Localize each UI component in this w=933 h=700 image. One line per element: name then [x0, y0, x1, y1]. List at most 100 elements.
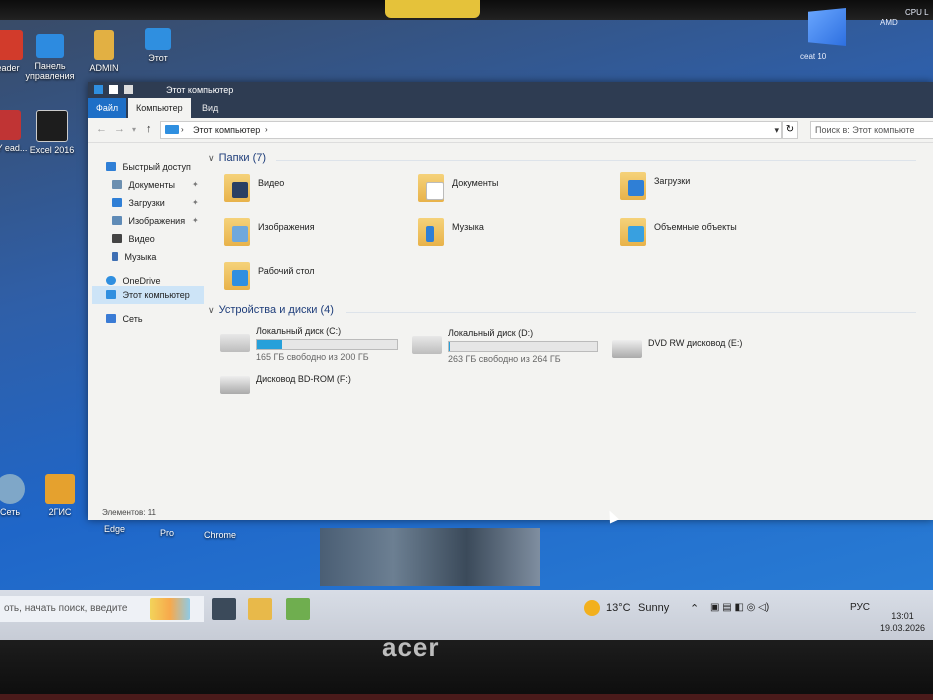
breadcrumb-chevron-icon: › — [265, 125, 268, 134]
up-arrow-icon[interactable]: ↑ — [146, 123, 152, 135]
clock[interactable]: 13:01 19.03.2026 — [880, 610, 925, 634]
app-taskbar-icon[interactable] — [286, 598, 310, 620]
tab-computer[interactable]: Компьютер — [128, 98, 191, 118]
desktop-icon-label: Excel 2016 — [29, 145, 75, 155]
clock-time: 13:01 — [891, 611, 914, 621]
status-bar: Элементов: 11 — [102, 508, 156, 517]
search-input[interactable]: Поиск в: Этот компьюте — [810, 121, 933, 139]
language-indicator[interactable]: РУС — [850, 602, 870, 613]
new-folder-icon[interactable] — [124, 85, 133, 94]
cube-icon — [628, 226, 644, 242]
pc-icon — [165, 125, 179, 134]
drive-usage-fill — [257, 340, 282, 349]
desktop-win-label: ceat 10 — [800, 52, 827, 61]
address-bar[interactable]: › Этот компьютер › ▾ — [160, 121, 782, 139]
windows-logo-icon — [808, 8, 846, 46]
folder-icon — [620, 172, 646, 200]
chevron-down-icon: ∨ — [208, 153, 215, 163]
computer-icon — [145, 28, 171, 50]
group-title: Папки (7) — [218, 152, 267, 164]
address-dropdown-icon[interactable]: ▾ — [774, 122, 779, 138]
navigation-pane: Быстрый доступ Документы ✦ Загрузки ✦ Из… — [88, 144, 206, 504]
desktop-icon-this-pc[interactable]: Этот — [128, 28, 188, 63]
document-icon — [426, 182, 444, 200]
folder-icon — [418, 218, 444, 246]
wallpaper-photo — [320, 528, 540, 586]
desktop-label-pro[interactable]: Pro — [160, 528, 174, 538]
properties-icon[interactable] — [109, 85, 118, 94]
weather-temp[interactable]: 13°C — [606, 602, 631, 614]
folder-icon — [224, 218, 250, 246]
desktop-label-edge[interactable]: Edge — [104, 524, 125, 534]
desktop-icon-label: 2ГИС — [48, 507, 72, 517]
sidebar-item-pictures[interactable]: Изображения ✦ — [112, 214, 199, 228]
folder-icon — [224, 174, 250, 202]
sidebar-item-network[interactable]: Сеть — [106, 312, 143, 326]
forward-arrow-icon[interactable]: → — [114, 123, 125, 135]
tape — [385, 0, 480, 18]
tab-view[interactable]: Вид — [194, 98, 226, 118]
tab-file[interactable]: Файл — [88, 98, 127, 118]
app-icon — [0, 110, 21, 140]
desktop-icon-excel[interactable]: Excel 2016 — [22, 110, 82, 155]
sidebar-item-documents[interactable]: Документы ✦ — [112, 178, 199, 192]
pin-icon[interactable]: ✦ — [192, 178, 199, 192]
network-icon — [106, 314, 116, 323]
refresh-button[interactable]: ↻ — [782, 121, 798, 139]
content-area: ∨ Папки (7) Видео Документы Загрузки Изоб… — [206, 144, 933, 504]
folder-label: Объемные объекты — [654, 222, 737, 232]
music-icon — [112, 252, 118, 261]
corner-cpu: CPU L — [905, 8, 929, 17]
drive-usage-fill — [449, 342, 450, 351]
corner-amd: AMD — [880, 18, 898, 27]
task-view-icon[interactable] — [212, 598, 236, 620]
pin-icon[interactable]: ✦ — [192, 196, 199, 210]
ribbon: Файл Компьютер Вид — [88, 98, 933, 118]
sidebar-item-onedrive[interactable]: OneDrive — [106, 274, 161, 288]
title-bar: Этот компьютер — [88, 82, 933, 98]
sidebar-item-music[interactable]: Музыка — [112, 250, 156, 264]
download-icon — [112, 198, 122, 207]
breadcrumb-chevron-icon: › — [181, 125, 184, 134]
sidebar-item-videos[interactable]: Видео — [112, 232, 155, 246]
drive-label: Локальный диск (D:) — [448, 328, 534, 338]
desktop-icon-2gis[interactable]: 2ГИС — [30, 474, 90, 517]
chevron-up-icon[interactable]: ⌃ — [690, 602, 699, 615]
sun-icon — [584, 600, 600, 616]
recent-chevron-icon[interactable]: ▾ — [132, 125, 136, 134]
sidebar-item-quick-access[interactable]: Быстрый доступ — [106, 160, 191, 174]
2gis-icon — [45, 474, 75, 504]
hard-drive-icon — [412, 336, 442, 354]
drive-label: DVD RW дисковод (E:) — [648, 338, 743, 348]
file-explorer-icon[interactable] — [248, 598, 272, 620]
desktop-icon-control-panel[interactable]: Панель управления — [20, 34, 80, 81]
tray-icons[interactable]: ▣ ▤ ◧ ◎ ◁) — [710, 602, 769, 613]
chevron-down-icon: ∨ — [208, 305, 215, 315]
folders-group-header[interactable]: ∨ Папки (7) — [208, 152, 266, 164]
folder-icon — [418, 174, 444, 202]
sidebar-item-label: OneDrive — [122, 276, 161, 286]
back-arrow-icon[interactable]: ← — [96, 123, 107, 135]
desktop-icon-label: ADMIN — [89, 63, 119, 73]
documents-icon — [112, 180, 122, 189]
sidebar-item-downloads[interactable]: Загрузки ✦ — [112, 196, 199, 210]
pin-icon[interactable]: ✦ — [192, 214, 199, 228]
pc-icon[interactable] — [94, 85, 103, 94]
desktop-icon-admin[interactable]: ADMIN — [74, 30, 134, 73]
window-title: Этот компьютер — [166, 85, 234, 95]
folder-label: Видео — [258, 178, 285, 188]
folder-icon — [224, 262, 250, 290]
music-note-icon — [426, 226, 434, 242]
weather-text[interactable]: Sunny — [638, 602, 669, 614]
folder-icon — [620, 218, 646, 246]
star-icon — [106, 162, 116, 171]
pictures-icon — [112, 216, 122, 225]
screen: eader Панель управления ADMIN Этот SVY e… — [0, 0, 933, 640]
desktop-label-chrome[interactable]: Chrome — [204, 530, 236, 540]
drives-group-header[interactable]: ∨ Устройства и диски (4) — [208, 304, 334, 316]
sidebar-item-label: Сеть — [122, 314, 143, 324]
dvd-drive-icon — [612, 340, 642, 358]
sidebar-item-this-pc[interactable]: Этот компьютер — [106, 288, 190, 302]
desktop-icon-label: Сеть — [0, 507, 21, 517]
folder-label: Документы — [452, 178, 499, 188]
